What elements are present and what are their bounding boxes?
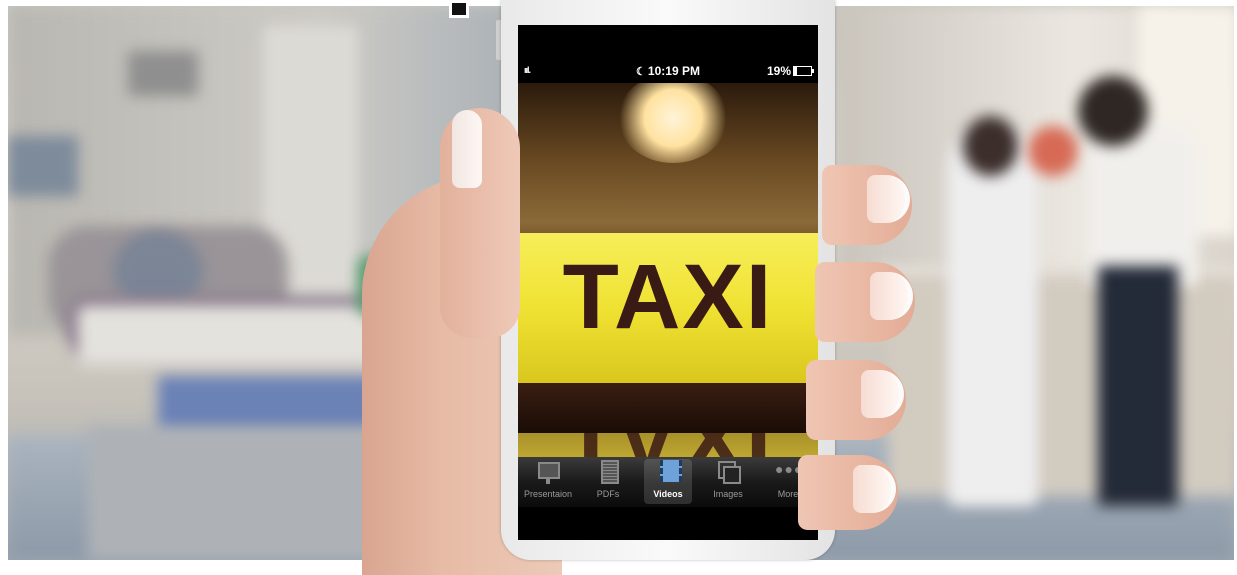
marker-square — [449, 0, 469, 18]
tab-label: More — [777, 489, 799, 499]
fingernail — [861, 370, 904, 418]
film-icon — [655, 460, 682, 484]
wall-monitor — [128, 51, 198, 96]
man-figure — [1088, 126, 1198, 286]
nurse-figure — [948, 126, 1038, 506]
tab-videos[interactable]: Videos — [638, 457, 698, 507]
middle-finger — [815, 262, 915, 342]
taxi-sign-text: TAXI — [562, 246, 774, 348]
tab-images[interactable]: Images — [698, 457, 758, 507]
moon-icon: ☾ — [636, 66, 646, 78]
hospital-bed — [78, 306, 408, 366]
thumb-nail — [452, 110, 482, 188]
fingernail — [870, 272, 913, 320]
little-finger — [798, 455, 898, 530]
video-thumbnail[interactable]: TAXI TAXI — [518, 83, 818, 481]
wall-panel — [8, 136, 78, 196]
man-trousers — [1098, 266, 1178, 506]
document-icon — [595, 460, 621, 484]
phone-screen: ııl. ☾10:19 PM 19% TAXI TAXI Presentaion… — [518, 25, 818, 540]
screen-bottom — [518, 507, 818, 540]
tab-label: Images — [713, 489, 743, 499]
fingernail — [867, 175, 910, 223]
ring-finger — [806, 360, 906, 440]
nurse-station-counter — [888, 276, 1234, 496]
index-finger — [822, 165, 912, 245]
tab-bar: Presentaion PDFs Videos Images ●●● More — [518, 457, 818, 507]
status-bar: ııl. ☾ 10:19 PM 19% — [518, 62, 818, 82]
tab-label: Videos — [653, 489, 683, 499]
tab-label: PDFs — [596, 489, 620, 499]
tab-label: Presentaion — [523, 489, 573, 499]
battery-icon — [793, 65, 814, 76]
images-icon — [715, 460, 741, 484]
light-glow — [618, 83, 728, 163]
bed-base — [88, 426, 408, 560]
fingernail — [853, 465, 896, 513]
man-head — [1078, 76, 1148, 146]
person-turban — [1028, 126, 1078, 176]
taxi-sign: TAXI — [518, 233, 818, 383]
tab-pdfs[interactable]: PDFs — [578, 457, 638, 507]
clock: 10:19 PM — [647, 64, 700, 78]
easel-icon — [535, 460, 561, 484]
taxi-sign-base — [518, 383, 818, 433]
battery-percent: 19% — [766, 64, 791, 78]
nurse-head — [963, 116, 1018, 176]
tab-presentation[interactable]: Presentaion — [518, 457, 578, 507]
